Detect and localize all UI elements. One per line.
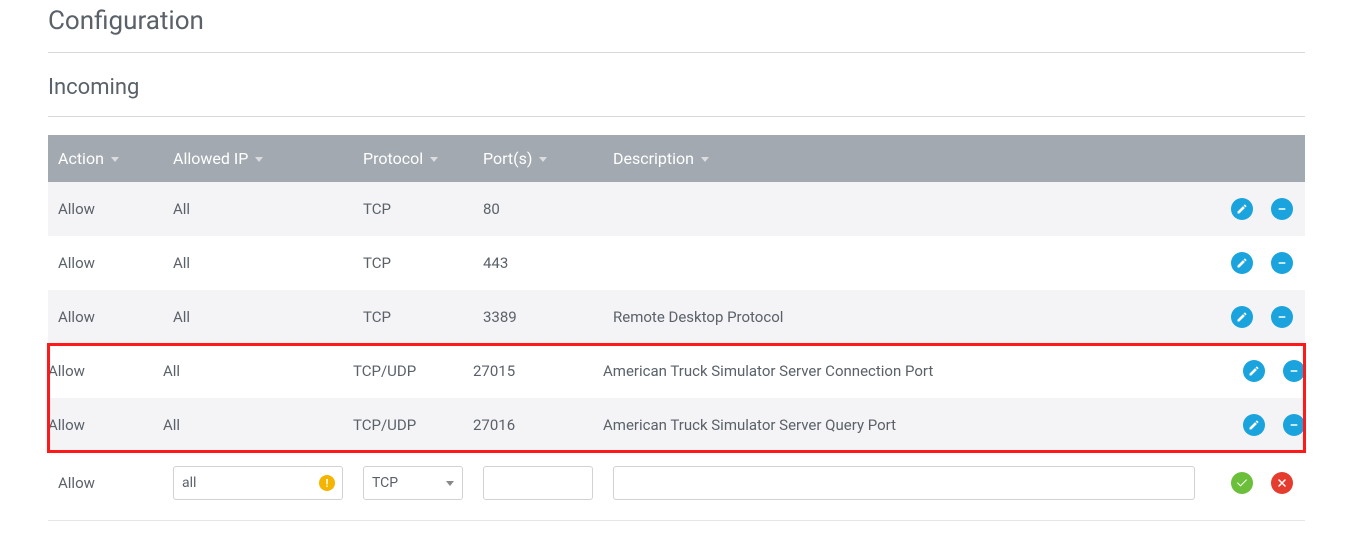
column-header-action-label: Action: [58, 149, 104, 168]
remove-rule-button[interactable]: [1271, 198, 1293, 220]
remove-rule-button[interactable]: [1271, 306, 1293, 328]
cell-protocol: TCP/UDP: [353, 398, 473, 452]
chevron-down-icon: [446, 481, 454, 486]
cancel-add-button[interactable]: [1271, 472, 1293, 494]
close-icon: [1276, 477, 1288, 489]
cell-action: Allow: [48, 398, 163, 452]
cell-description: Remote Desktop Protocol: [603, 290, 1205, 344]
table-row: Allow All TCP 443: [48, 236, 1305, 290]
check-icon: [1236, 477, 1248, 489]
cell-description: [603, 236, 1205, 290]
cell-description: American Truck Simulator Server Connecti…: [603, 344, 1205, 398]
sort-caret-icon: [255, 157, 263, 162]
table-row: Allow All TCP/UDP 27016 American Truck S…: [48, 398, 1305, 452]
cell-ip: All: [163, 398, 353, 452]
cell-description: American Truck Simulator Server Query Po…: [603, 398, 1205, 452]
edit-rule-button[interactable]: [1243, 360, 1265, 382]
cell-ports: 3389: [473, 290, 603, 344]
cell-ports: 443: [473, 236, 603, 290]
cell-description: [603, 182, 1205, 236]
column-header-ports-label: Port(s): [483, 149, 532, 168]
cell-ip: All: [163, 344, 353, 398]
cell-action: Allow: [48, 236, 163, 290]
cell-ports: 27016: [473, 398, 603, 452]
cell-ip: All: [163, 182, 353, 236]
table-row: Allow All TCP 3389 Remote Desktop Protoc…: [48, 290, 1305, 344]
cell-ports: 27015: [473, 344, 603, 398]
sort-caret-icon: [430, 157, 438, 162]
page-title: Configuration: [48, 0, 1305, 53]
edit-rule-button[interactable]: [1231, 198, 1253, 220]
edit-rule-button[interactable]: [1231, 252, 1253, 274]
sort-caret-icon: [539, 157, 547, 162]
column-header-protocol[interactable]: Protocol: [353, 135, 473, 182]
column-header-action[interactable]: Action: [48, 135, 163, 182]
sort-caret-icon: [701, 157, 709, 162]
cell-protocol: TCP/UDP: [353, 344, 473, 398]
remove-rule-button[interactable]: [1283, 360, 1305, 382]
edit-rule-button[interactable]: [1243, 414, 1265, 436]
cell-ip: All: [163, 290, 353, 344]
cell-protocol: TCP: [353, 182, 473, 236]
highlighted-rules-group: Allow All TCP/UDP 27015 American Truck S…: [48, 344, 1305, 452]
cell-protocol: TCP: [353, 290, 473, 344]
remove-rule-button[interactable]: [1271, 252, 1293, 274]
protocol-select-value: TCP: [372, 475, 398, 491]
add-rule-action-label: Allow: [48, 474, 163, 492]
cell-action: Allow: [48, 182, 163, 236]
sort-caret-icon: [111, 157, 119, 162]
firewall-rules-table: Action Allowed IP Protocol Port(s) Descr…: [48, 135, 1305, 452]
table-row: Allow All TCP/UDP 27015 American Truck S…: [48, 344, 1305, 398]
column-header-protocol-label: Protocol: [363, 149, 423, 168]
column-header-ip[interactable]: Allowed IP: [163, 135, 353, 182]
warning-icon: !: [319, 475, 335, 491]
section-title: Incoming: [48, 53, 1305, 117]
description-input[interactable]: [613, 466, 1195, 500]
confirm-add-button[interactable]: [1231, 472, 1253, 494]
column-header-ip-label: Allowed IP: [173, 149, 248, 168]
cell-action: Allow: [48, 290, 163, 344]
table-row: Allow All TCP 80: [48, 182, 1305, 236]
cell-ports: 80: [473, 182, 603, 236]
edit-rule-button[interactable]: [1231, 306, 1253, 328]
cell-action: Allow: [48, 344, 163, 398]
column-header-description-label: Description: [613, 149, 694, 168]
cell-protocol: TCP: [353, 236, 473, 290]
cell-ip: All: [163, 236, 353, 290]
protocol-select[interactable]: TCP: [363, 466, 463, 500]
allowed-ip-input[interactable]: [173, 466, 343, 500]
remove-rule-button[interactable]: [1283, 414, 1305, 436]
port-input[interactable]: [483, 466, 593, 500]
column-header-ports[interactable]: Port(s): [473, 135, 603, 182]
add-rule-row: Allow ! TCP: [48, 452, 1305, 521]
column-header-description[interactable]: Description: [603, 135, 1205, 182]
